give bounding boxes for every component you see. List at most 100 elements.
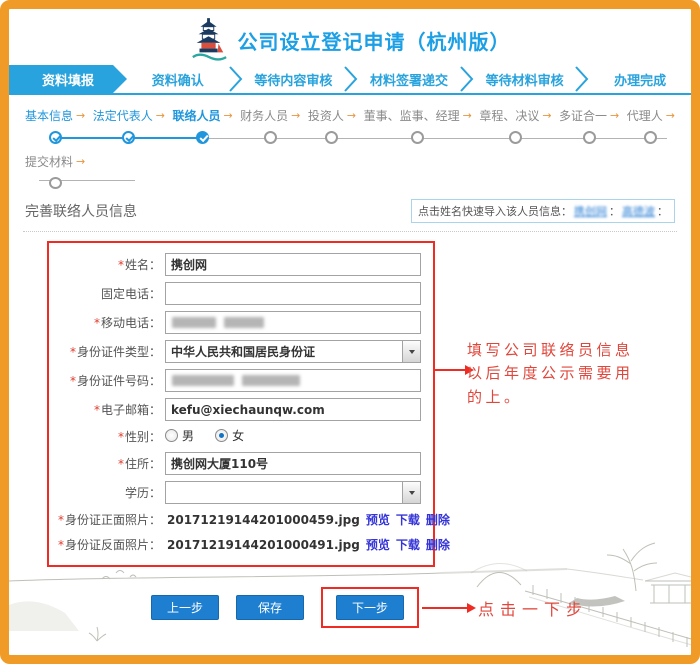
required-mark: * — [118, 258, 124, 272]
save-button[interactable]: 保存 — [236, 595, 304, 620]
tab-material-submit[interactable]: 材料签署递交 — [358, 65, 460, 93]
step-contact-person[interactable]: 联络人员→ — [172, 107, 232, 151]
required-mark: * — [58, 513, 64, 527]
quick-import-text: 点击姓名快速导入该人员信息： — [418, 203, 572, 219]
tab-data-fill[interactable]: 资料填报 — [9, 65, 127, 93]
step-investor[interactable]: 投资人→ — [308, 107, 356, 151]
required-mark: * — [94, 403, 100, 417]
step-arrow-icon: → — [156, 109, 165, 122]
step-directors[interactable]: 董事、监事、经理→ — [364, 107, 472, 151]
redacted-value — [172, 317, 216, 328]
name-label: *姓名： — [49, 256, 161, 273]
quick-import-link-1[interactable]: 携创网 — [574, 203, 607, 219]
step-circle-icon[interactable] — [49, 177, 62, 189]
form-row-mobile: *移动电话： — [49, 308, 433, 337]
chevron-right-icon — [575, 66, 589, 92]
chevron-right-icon — [344, 66, 358, 92]
dropdown-arrow-icon[interactable] — [402, 482, 420, 503]
pagoda-boat-logo-icon — [190, 18, 228, 62]
step-circle-icon[interactable] — [264, 131, 277, 144]
form-row-id-number: *身份证件号码： — [49, 366, 433, 395]
step-charter[interactable]: 章程、决议→ — [479, 107, 551, 151]
form-row-id-front-photo: *身份证正面照片： 20171219144201000459.jpg 预览 下载… — [49, 507, 433, 532]
step-arrow-icon: → — [76, 109, 85, 122]
id-front-filename: 20171219144201000459.jpg — [167, 513, 360, 527]
step-circle-icon[interactable] — [644, 131, 657, 144]
redacted-value — [172, 375, 234, 386]
landline-input[interactable] — [165, 282, 421, 305]
gender-label: *性别： — [49, 428, 161, 445]
tab-content-review[interactable]: 等待内容审核 — [243, 65, 345, 93]
step-arrow-icon: → — [666, 109, 675, 122]
step-circle-icon[interactable] — [509, 131, 522, 144]
step-legal-rep[interactable]: 法定代表人→ — [93, 107, 165, 151]
required-mark: * — [70, 345, 76, 359]
next-button-annotation: 点击一下步 — [478, 596, 588, 620]
education-select[interactable] — [165, 481, 421, 504]
redacted-value — [242, 375, 300, 386]
step-arrow-icon: → — [347, 109, 356, 122]
dropdown-arrow-icon[interactable] — [402, 341, 420, 362]
step-agent[interactable]: 代理人→ — [627, 107, 675, 151]
annotation-arrow-icon — [422, 607, 468, 609]
email-label: *电子邮箱： — [49, 401, 161, 418]
divider — [23, 231, 677, 232]
step-basic-info[interactable]: 基本信息→ — [25, 107, 85, 151]
id-back-label: *身份证反面照片： — [49, 536, 161, 553]
id-number-label: *身份证件号码： — [49, 372, 161, 389]
mobile-label: *移动电话： — [49, 314, 161, 331]
id-number-input[interactable] — [165, 369, 421, 392]
chevron-right-icon — [229, 66, 243, 92]
step-check-icon[interactable] — [49, 131, 62, 144]
email-input[interactable] — [165, 398, 421, 421]
id-back-delete-link[interactable]: 删除 — [426, 536, 450, 553]
step-tracker: 基本信息→ 法定代表人→ 联络人员→ 财务人员→ 投资人→ — [9, 95, 691, 189]
tab-complete[interactable]: 办理完成 — [589, 65, 691, 93]
form-row-email: *电子邮箱： — [49, 395, 433, 424]
step-multi-cert[interactable]: 多证合一→ — [559, 107, 619, 151]
required-mark: * — [70, 374, 76, 388]
step-submit-materials[interactable]: 提交材料→ — [25, 153, 85, 189]
step-arrow-icon: → — [610, 109, 619, 122]
gender-male-radio[interactable]: 男 — [165, 427, 194, 444]
id-front-download-link[interactable]: 下载 — [396, 511, 420, 528]
tab-data-confirm[interactable]: 资料确认 — [127, 65, 229, 93]
step-circle-icon[interactable] — [411, 131, 424, 144]
next-step-button[interactable]: 下一步 — [336, 595, 404, 620]
page-header: 公司设立登记申请（杭州版） — [9, 9, 691, 63]
required-mark: * — [118, 430, 124, 444]
education-label: 学历： — [49, 484, 161, 501]
quick-import-box: 点击姓名快速导入该人员信息： 携创网 ： 高德波 ： — [411, 199, 675, 223]
mobile-input[interactable] — [165, 311, 421, 334]
step-check-icon[interactable] — [122, 131, 135, 144]
prev-step-button[interactable]: 上一步 — [151, 595, 219, 620]
form-row-landline: 固定电话： — [49, 279, 433, 308]
id-front-label: *身份证正面照片： — [49, 511, 161, 528]
id-type-select[interactable]: 中华人民共和国居民身份证 — [165, 340, 421, 363]
section-title: 完善联络人员信息 — [25, 201, 137, 221]
required-mark: * — [94, 316, 100, 330]
id-front-preview-link[interactable]: 预览 — [366, 511, 390, 528]
annotation-arrow-icon — [434, 369, 466, 371]
form-row-name: *姓名： — [49, 250, 433, 279]
step-circle-icon[interactable] — [583, 131, 596, 144]
step-circle-icon[interactable] — [325, 131, 338, 144]
id-type-label: *身份证件类型： — [49, 343, 161, 360]
quick-import-separator: ： — [609, 203, 620, 219]
tab-material-review[interactable]: 等待材料审核 — [474, 65, 576, 93]
step-finance-person[interactable]: 财务人员→ — [240, 107, 300, 151]
id-back-preview-link[interactable]: 预览 — [366, 536, 390, 553]
step-arrow-icon: → — [463, 109, 472, 122]
form-row-gender: *性别： 男 女 — [49, 424, 433, 449]
address-input[interactable] — [165, 452, 421, 475]
id-front-delete-link[interactable]: 删除 — [426, 511, 450, 528]
step-check-icon[interactable] — [196, 131, 209, 144]
form-row-id-type: *身份证件类型： 中华人民共和国居民身份证 — [49, 337, 433, 366]
gender-female-radio[interactable]: 女 — [215, 427, 244, 444]
redacted-value — [224, 317, 264, 328]
id-back-download-link[interactable]: 下载 — [396, 536, 420, 553]
name-input[interactable] — [165, 253, 421, 276]
form-row-address: *住所： — [49, 449, 433, 478]
contact-form-highlight-box: *姓名： 固定电话： *移动电话： *身份证件类型： 中华人民共和国居民身份证 … — [47, 241, 435, 567]
quick-import-link-2[interactable]: 高德波 — [622, 203, 655, 219]
